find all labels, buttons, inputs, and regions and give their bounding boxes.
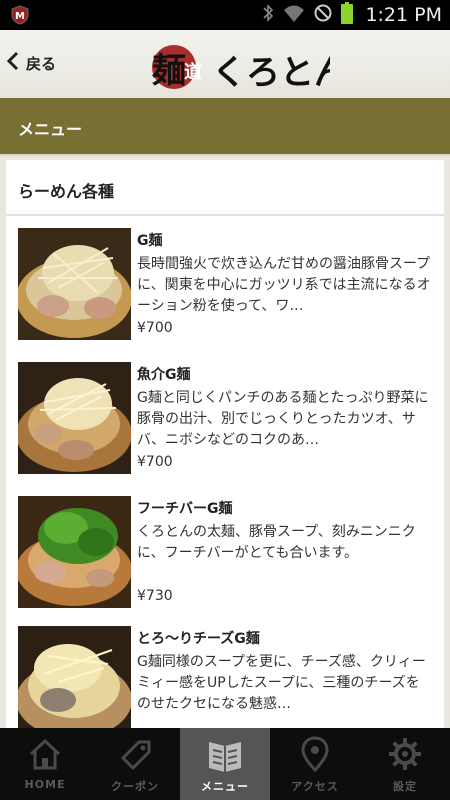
section-header: メニュー bbox=[0, 98, 450, 156]
chevron-left-icon bbox=[6, 51, 20, 75]
app-header: 戻る 麺 道 くろとん bbox=[0, 30, 450, 98]
item-name: フーチバーG麺 bbox=[137, 501, 233, 517]
svg-text:道: 道 bbox=[184, 61, 202, 83]
battery-icon bbox=[341, 2, 354, 28]
nav-home[interactable]: HOME bbox=[0, 728, 90, 800]
menu-item[interactable]: フーチバーG麺 くろとんの太麺、豚骨スープ、刻みニンニクに、フーチバーがとても合… bbox=[6, 496, 444, 620]
item-name: とろ～りチーズG麺 bbox=[137, 631, 260, 647]
app-notification-icon: M bbox=[10, 5, 30, 25]
item-price: ¥700 bbox=[137, 320, 173, 336]
menu-item[interactable]: とろ～りチーズG麺 G麺同様のスープを更に、チーズ感、クリィーミィー感をUPした… bbox=[6, 626, 444, 730]
ramen-photo bbox=[18, 626, 131, 730]
menu-item[interactable]: 魚介G麺 G麺と同じくパンチのある麺とたっぷり野菜に豚骨の出汁、別でじっくりとっ… bbox=[6, 362, 444, 486]
item-price: ¥730 bbox=[137, 588, 173, 604]
status-bar: M 1:21 PM bbox=[0, 0, 450, 30]
bluetooth-icon bbox=[261, 3, 275, 27]
item-description: G麺と同じくパンチのある麺とたっぷり野菜に豚骨の出汁、別でじっくりとったカツオ、… bbox=[137, 390, 429, 448]
category-title: らーめん各種 bbox=[6, 160, 444, 216]
nav-menu[interactable]: メニュー bbox=[180, 728, 270, 800]
gear-icon bbox=[385, 734, 425, 774]
clock-time: 1:21 PM bbox=[365, 4, 442, 26]
section-title: メニュー bbox=[18, 120, 83, 139]
item-price: ¥700 bbox=[137, 454, 173, 470]
wifi-icon bbox=[283, 3, 305, 27]
ramen-photo bbox=[18, 496, 131, 608]
nav-label: メニュー bbox=[201, 780, 249, 793]
bottom-nav: HOME クーポン メニュー アクセス 設定 bbox=[0, 728, 450, 800]
item-name: 魚介G麺 bbox=[137, 367, 191, 383]
nav-label: HOME bbox=[24, 778, 66, 791]
no-signal-icon bbox=[313, 3, 333, 27]
item-description: G麺同様のスープを更に、チーズ感、クリィーミィー感をUPしたスープに、三種のチー… bbox=[137, 654, 426, 712]
ramen-photo bbox=[18, 228, 131, 340]
coupon-icon bbox=[115, 734, 155, 774]
item-description: くろとんの太麺、豚骨スープ、刻みニンニクに、フーチバーがとても合います。 bbox=[137, 524, 416, 561]
nav-label: 設定 bbox=[393, 780, 417, 793]
menu-book-icon bbox=[205, 734, 245, 774]
home-icon bbox=[25, 734, 65, 774]
nav-coupon[interactable]: クーポン bbox=[90, 728, 180, 800]
menu-card: らーめん各種 G麺 長時間強火で炊き込んだ甘めの醤油豚骨スープに、関東を中心にガ… bbox=[6, 160, 444, 730]
back-button[interactable]: 戻る bbox=[6, 48, 56, 78]
back-label: 戻る bbox=[26, 54, 57, 73]
nav-settings[interactable]: 設定 bbox=[360, 728, 450, 800]
app-badge-text: M bbox=[15, 11, 25, 22]
nav-access[interactable]: アクセス bbox=[270, 728, 360, 800]
menu-item[interactable]: G麺 長時間強火で炊き込んだ甘めの醤油豚骨スープに、関東を中心にガッツリ系では主… bbox=[6, 228, 444, 352]
nav-label: アクセス bbox=[291, 780, 339, 793]
item-name: G麺 bbox=[137, 233, 163, 249]
location-icon bbox=[295, 734, 335, 774]
svg-text:麺: 麺 bbox=[152, 51, 186, 91]
item-description: 長時間強火で炊き込んだ甘めの醤油豚骨スープに、関東を中心にガッツリ系では主流にな… bbox=[137, 256, 431, 314]
ramen-photo bbox=[18, 362, 131, 474]
nav-label: クーポン bbox=[111, 780, 159, 793]
svg-text:くろとん: くろとん bbox=[212, 53, 330, 93]
shop-logo: 麺 道 くろとん bbox=[130, 34, 348, 96]
